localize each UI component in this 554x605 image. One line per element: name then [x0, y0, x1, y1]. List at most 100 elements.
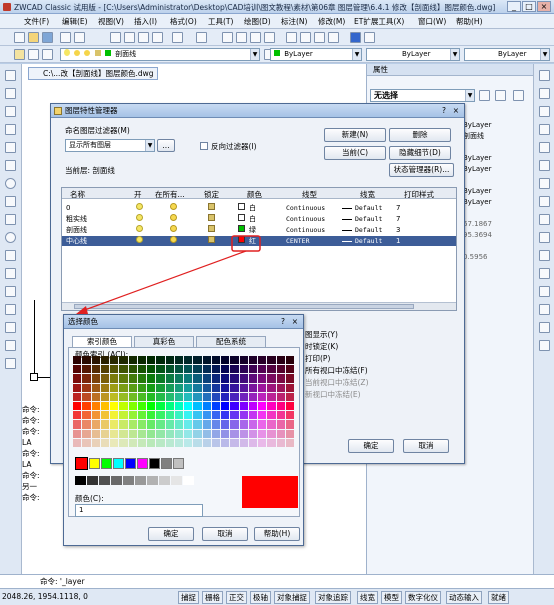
aci-swatch[interactable]	[221, 383, 230, 392]
aci-swatch[interactable]	[91, 401, 100, 411]
aci-swatch[interactable]	[110, 411, 119, 420]
aci-swatch[interactable]	[248, 374, 257, 383]
aci-swatch[interactable]	[174, 383, 183, 392]
explode-icon[interactable]	[539, 340, 550, 351]
aci-swatch[interactable]	[221, 438, 230, 447]
aci-swatch[interactable]	[258, 411, 267, 420]
aci-swatch[interactable]	[248, 429, 257, 438]
aci-swatch[interactable]	[128, 420, 137, 429]
aci-swatch[interactable]	[276, 420, 285, 429]
rectangle-icon[interactable]	[5, 142, 16, 153]
aci-swatch[interactable]	[156, 420, 165, 429]
aci-swatch[interactable]	[174, 438, 183, 447]
color-name[interactable]: 白	[249, 203, 256, 213]
aci-swatch[interactable]	[137, 356, 146, 365]
aci-swatch[interactable]	[211, 429, 220, 438]
zoom-realtime-icon[interactable]	[236, 32, 247, 43]
aci-swatch[interactable]	[184, 383, 193, 392]
menu-format[interactable]: 格式(O)	[170, 16, 197, 27]
aci-swatch[interactable]	[165, 411, 174, 420]
aci-swatch[interactable]	[258, 429, 267, 438]
aci-swatch[interactable]	[119, 429, 128, 438]
offset-icon[interactable]	[539, 124, 550, 135]
aci-swatch[interactable]	[184, 356, 193, 365]
aci-swatch[interactable]	[110, 383, 119, 392]
aci-swatch[interactable]	[174, 411, 183, 420]
aci-swatch[interactable]	[147, 383, 156, 392]
aci-swatch[interactable]	[82, 374, 91, 383]
quick-select-icon[interactable]	[513, 90, 524, 101]
aci-swatch[interactable]	[184, 438, 193, 447]
make-block-icon[interactable]	[5, 268, 16, 279]
aci-swatch[interactable]	[258, 438, 267, 447]
aci-swatch[interactable]	[211, 383, 220, 392]
insert-block-icon[interactable]	[5, 250, 16, 261]
pan-icon[interactable]	[222, 32, 233, 43]
line-icon[interactable]	[5, 70, 16, 81]
aci-swatch[interactable]	[248, 420, 257, 429]
lock-icon[interactable]	[208, 203, 215, 210]
aci-swatch[interactable]	[202, 401, 211, 411]
aci-swatch[interactable]	[221, 429, 230, 438]
aci-swatch[interactable]	[276, 429, 285, 438]
layer-previous-icon[interactable]	[28, 49, 39, 60]
chamfer-icon[interactable]	[539, 304, 550, 315]
aci-swatch[interactable]	[239, 401, 248, 411]
erase-icon[interactable]	[539, 70, 550, 81]
aci-swatch[interactable]	[110, 429, 119, 438]
state-manager-button[interactable]: 状态管理器(R)...	[389, 163, 454, 177]
aci-swatch[interactable]	[211, 411, 220, 420]
gray-swatch[interactable]	[99, 476, 110, 485]
sun-icon[interactable]	[170, 214, 177, 221]
tab-color-books[interactable]: 配色系统	[196, 336, 266, 347]
bulb-icon[interactable]	[136, 214, 143, 221]
help-icon[interactable]	[350, 32, 361, 43]
aci-swatch[interactable]	[202, 438, 211, 447]
column-name[interactable]: 名称	[70, 189, 85, 200]
design-center-icon[interactable]	[300, 32, 311, 43]
filter-browse-button[interactable]: ...	[157, 139, 175, 152]
aci-swatch[interactable]	[128, 383, 137, 392]
menu-view[interactable]: 视图(V)	[98, 16, 124, 27]
aci-swatch[interactable]	[193, 365, 202, 374]
document-tab[interactable]: C:\...改【剖面线】图层颜色.dwg	[28, 67, 158, 80]
aci-swatch[interactable]	[184, 374, 193, 383]
aci-swatch[interactable]	[285, 356, 294, 365]
menu-window[interactable]: 窗口(W)	[418, 16, 446, 27]
aci-swatch[interactable]	[239, 411, 248, 420]
help-button[interactable]: ?	[442, 104, 446, 117]
linetype-name[interactable]: CENTER	[286, 236, 309, 246]
menu-file[interactable]: 文件(F)	[24, 16, 49, 27]
set-current-button[interactable]: 当前(C)	[324, 146, 386, 160]
aci-swatch[interactable]	[110, 356, 119, 365]
aci-swatch[interactable]	[285, 429, 294, 438]
aci-swatch[interactable]	[211, 356, 220, 365]
aci-swatch[interactable]	[82, 392, 91, 401]
linetype-name[interactable]: Continuous	[286, 203, 325, 213]
chevron-down-icon[interactable]: ▼	[540, 49, 549, 60]
menu-draw[interactable]: 绘图(D)	[244, 16, 271, 27]
aci-swatch[interactable]	[165, 374, 174, 383]
aci-swatch[interactable]	[156, 438, 165, 447]
aci-swatch[interactable]	[137, 374, 146, 383]
copy-icon[interactable]	[124, 32, 135, 43]
aci-swatch[interactable]	[193, 420, 202, 429]
aci-swatch[interactable]	[211, 438, 220, 447]
aci-swatch[interactable]	[285, 420, 294, 429]
aci-swatch[interactable]	[165, 420, 174, 429]
bulb-icon[interactable]	[136, 225, 143, 232]
aci-swatch[interactable]	[276, 438, 285, 447]
aci-swatch[interactable]	[239, 392, 248, 401]
aci-swatch[interactable]	[248, 383, 257, 392]
aci-swatch[interactable]	[137, 383, 146, 392]
standard-color-swatch[interactable]	[173, 458, 184, 469]
plot-style[interactable]: 1	[396, 236, 400, 246]
lock-icon[interactable]	[208, 214, 215, 221]
status-ortho[interactable]: 正交	[226, 591, 247, 604]
layer-list[interactable]: 名称 开 在所有... 锁定 颜色 线型 线宽 打印样式 0 白 Continuou…	[61, 187, 457, 311]
lock-icon[interactable]	[208, 225, 215, 232]
aci-swatch[interactable]	[110, 392, 119, 401]
aci-swatch[interactable]	[285, 411, 294, 420]
aci-swatch[interactable]	[82, 420, 91, 429]
selection-combo[interactable]: 无选择 ▼	[370, 89, 475, 102]
